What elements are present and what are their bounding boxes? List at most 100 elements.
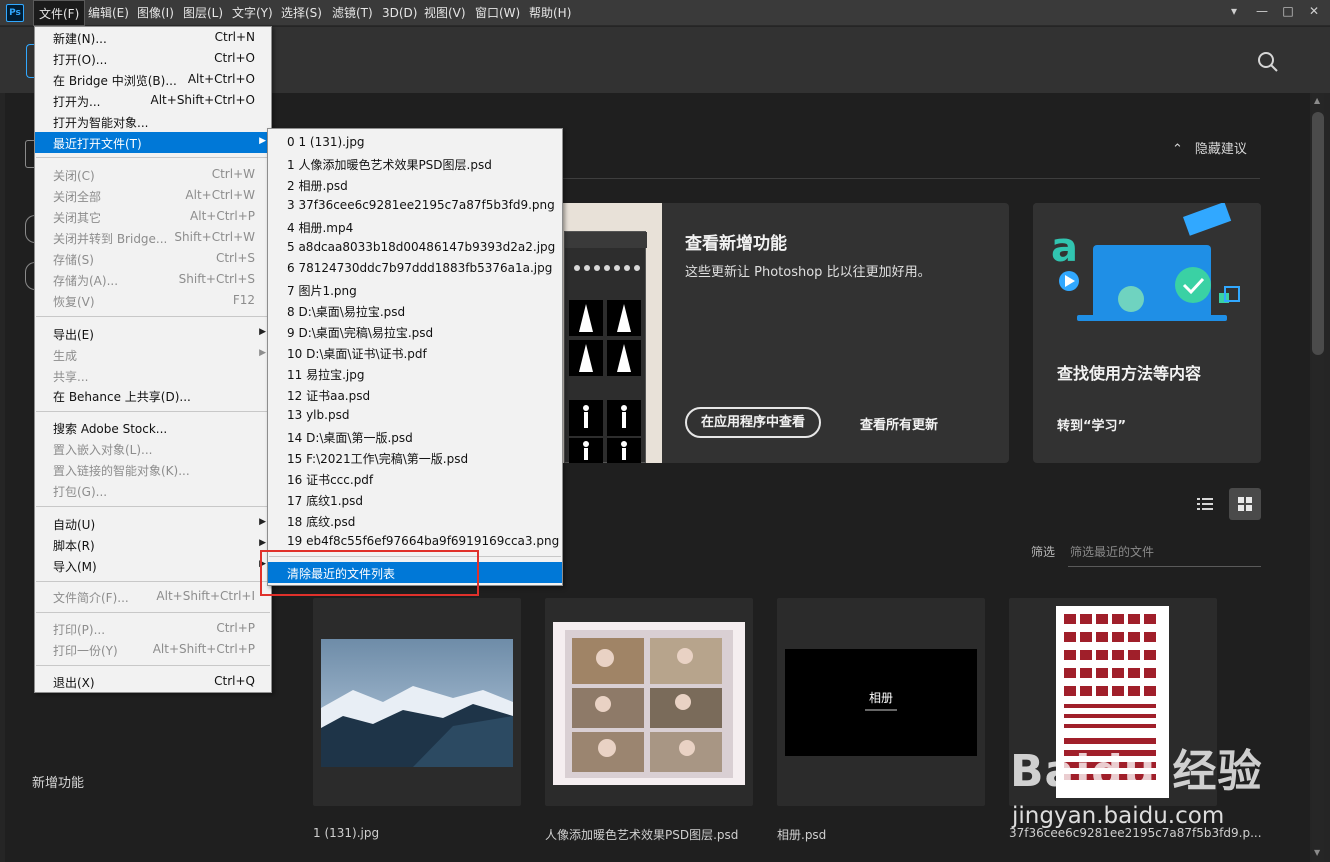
recent-file-item[interactable]: 6 78124730ddc7b97ddd1883fb5376a1a.jpg	[268, 258, 562, 279]
menu-item-share-behance[interactable]: 在 Behance 上共享(D)...	[35, 385, 271, 406]
menu-type[interactable]: 文字(Y)	[227, 0, 278, 26]
recent-file-item[interactable]: 19 eb4f8c55f6ef97664ba9f6919169cca3.png	[268, 531, 562, 552]
recent-file-thumb[interactable]: 相册	[777, 598, 985, 806]
menu-item-shortcut: Ctrl+O	[214, 51, 255, 65]
recent-file-item[interactable]: 9 D:\桌面\完稿\易拉宝.psd	[268, 321, 562, 342]
recent-file-item[interactable]: 5 a8dcaa8033b18d00486147b9393d2a2.jpg	[268, 237, 562, 258]
menu-item-open[interactable]: 打开(O)... Ctrl+O	[35, 48, 271, 69]
menu-item-print[interactable]: 打印(P)... Ctrl+P	[35, 618, 271, 639]
view-in-app-button[interactable]: 在应用程序中查看	[685, 407, 822, 438]
menu-window[interactable]: 窗口(W)	[470, 0, 525, 26]
menu-item-automate[interactable]: 自动(U) ▶	[35, 513, 271, 534]
scrollbar-thumb[interactable]	[1312, 112, 1324, 355]
scroll-down-icon[interactable]: ▼	[1314, 848, 1320, 857]
menu-item-close-others[interactable]: 关闭其它 Alt+Ctrl+P	[35, 206, 271, 227]
menu-item-label: 生成	[53, 349, 78, 363]
recent-file-label: 18 底纹.psd	[287, 515, 356, 529]
sidebar-item-new-features[interactable]: 新增功能	[32, 772, 84, 791]
recent-file-item[interactable]: 10 D:\桌面\证书\证书.pdf	[268, 342, 562, 363]
recent-file-item[interactable]: 0 1 (131).jpg	[268, 132, 562, 153]
minimize-icon[interactable]: —	[1248, 0, 1276, 22]
menu-item-new[interactable]: 新建(N)... Ctrl+N	[35, 27, 271, 48]
menu-item-open-recent[interactable]: 最近打开文件(T) ▶	[35, 132, 271, 153]
panel-menu-icon[interactable]: ▾	[1220, 0, 1248, 22]
menu-item-label: 在 Behance 上共享(D)...	[53, 390, 191, 404]
menu-item-file-info[interactable]: 文件简介(F)... Alt+Shift+Ctrl+I	[35, 586, 271, 607]
filter-label: 筛选	[1031, 545, 1056, 559]
menu-item-save[interactable]: 存储(S) Ctrl+S	[35, 248, 271, 269]
brush-panel-preview	[564, 231, 647, 463]
recent-file-item[interactable]: 7 图片1.png	[268, 279, 562, 300]
watermark-text: Baidu 经验	[1010, 746, 1263, 797]
scroll-up-icon[interactable]: ▲	[1314, 96, 1320, 105]
menu-filter[interactable]: 滤镜(T)	[327, 0, 378, 26]
menu-item-close[interactable]: 关闭(C) Ctrl+W	[35, 164, 271, 185]
menu-item-shortcut: Ctrl+Q	[214, 674, 255, 688]
recent-file-item[interactable]: 17 底纹1.psd	[268, 489, 562, 510]
menu-item-shortcut: Shift+Ctrl+W	[174, 230, 255, 244]
recent-file-item[interactable]: 1 人像添加暖色艺术效果PSD图层.psd	[268, 153, 562, 174]
menu-item-scripts[interactable]: 脚本(R) ▶	[35, 534, 271, 555]
menu-item-close-all[interactable]: 关闭全部 Alt+Ctrl+W	[35, 185, 271, 206]
recent-file-label: 11 易拉宝.jpg	[287, 368, 365, 382]
menu-edit[interactable]: 编辑(E)	[83, 0, 134, 26]
recent-file-item[interactable]: 18 底纹.psd	[268, 510, 562, 531]
menu-item-save-as[interactable]: 存储为(A)... Shift+Ctrl+S	[35, 269, 271, 290]
album-cover-title: 相册	[868, 691, 893, 705]
menu-item-open-smart-object[interactable]: 打开为智能对象...	[35, 111, 271, 132]
menu-separator	[36, 411, 270, 412]
recent-file-item[interactable]: 3 37f36cee6c9281ee2195c7a87f5b3fd9.png	[268, 195, 562, 216]
menu-layer[interactable]: 图层(L)	[178, 0, 228, 26]
menu-item-label: 共享...	[53, 370, 89, 384]
menu-help[interactable]: 帮助(H)	[524, 0, 576, 26]
recent-file-thumb[interactable]	[313, 598, 521, 806]
recent-file-item[interactable]: 15 F:\2021工作\完稿\第一版.psd	[268, 447, 562, 468]
recent-file-thumb[interactable]	[545, 598, 753, 806]
close-icon[interactable]: ✕	[1300, 0, 1328, 22]
maximize-icon[interactable]: □	[1274, 0, 1302, 22]
recent-file-item[interactable]: 16 证书ccc.pdf	[268, 468, 562, 489]
menu-item-label: 恢复(V)	[53, 295, 95, 309]
recent-file-item[interactable]: 14 D:\桌面\第一版.psd	[268, 426, 562, 447]
recent-file-name[interactable]: 1 (131).jpg	[313, 826, 379, 840]
search-icon[interactable]	[1256, 50, 1280, 74]
recent-file-label: 8 D:\桌面\易拉宝.psd	[287, 305, 406, 319]
menu-select[interactable]: 选择(S)	[276, 0, 327, 26]
go-to-learn-link[interactable]: 转到“学习”	[1057, 415, 1126, 434]
menu-item-generate[interactable]: 生成 ▶	[35, 344, 271, 365]
menu-item-package[interactable]: 打包(G)...	[35, 480, 271, 501]
recent-file-name[interactable]: 人像添加暖色艺术效果PSD图层.psd	[545, 826, 738, 843]
menu-item-search-stock[interactable]: 搜索 Adobe Stock...	[35, 417, 271, 438]
filter-recent-input[interactable]: 筛选最近的文件	[1068, 541, 1261, 567]
menu-image[interactable]: 图像(I)	[132, 0, 179, 26]
menu-item-label: 置入链接的智能对象(K)...	[53, 464, 190, 478]
menu-item-label: 在 Bridge 中浏览(B)...	[53, 74, 177, 88]
recent-file-item[interactable]: 11 易拉宝.jpg	[268, 363, 562, 384]
menu-item-import[interactable]: 导入(M) ▶	[35, 555, 271, 576]
menu-item-exit[interactable]: 退出(X) Ctrl+Q	[35, 671, 271, 692]
recent-file-item[interactable]: 8 D:\桌面\易拉宝.psd	[268, 300, 562, 321]
view-all-updates-link[interactable]: 查看所有更新	[860, 414, 938, 433]
menu-item-place-linked[interactable]: 置入链接的智能对象(K)...	[35, 459, 271, 480]
menu-item-print-one[interactable]: 打印一份(Y) Alt+Shift+Ctrl+P	[35, 639, 271, 660]
grid-view-button[interactable]	[1229, 488, 1261, 520]
recent-file-item[interactable]: 12 证书aa.psd	[268, 384, 562, 405]
recent-file-item[interactable]: 2 相册.psd	[268, 174, 562, 195]
menu-item-open-as[interactable]: 打开为... Alt+Shift+Ctrl+O	[35, 90, 271, 111]
menu-item-export[interactable]: 导出(E) ▶	[35, 323, 271, 344]
menu-file[interactable]: 文件(F)	[33, 0, 86, 26]
recent-file-name[interactable]: 相册.psd	[777, 826, 826, 843]
menu-view[interactable]: 视图(V)	[419, 0, 471, 26]
menu-3d[interactable]: 3D(D)	[377, 0, 422, 26]
menu-item-revert[interactable]: 恢复(V) F12	[35, 290, 271, 311]
menu-item-label: 文件简介(F)...	[53, 591, 129, 605]
menu-item-close-to-bridge[interactable]: 关闭并转到 Bridge... Shift+Ctrl+W	[35, 227, 271, 248]
menu-item-browse-bridge[interactable]: 在 Bridge 中浏览(B)... Alt+Ctrl+O	[35, 69, 271, 90]
menu-separator	[36, 612, 270, 613]
menu-item-share[interactable]: 共享...	[35, 365, 271, 386]
list-view-icon[interactable]	[1190, 489, 1220, 519]
recent-file-item[interactable]: 4 相册.mp4	[268, 216, 562, 237]
hide-suggestions-toggle[interactable]: ⌃ 隐藏建议	[1172, 138, 1247, 157]
recent-file-item[interactable]: 13 ylb.psd	[268, 405, 562, 426]
menu-item-place-embedded[interactable]: 置入嵌入对象(L)...	[35, 438, 271, 459]
